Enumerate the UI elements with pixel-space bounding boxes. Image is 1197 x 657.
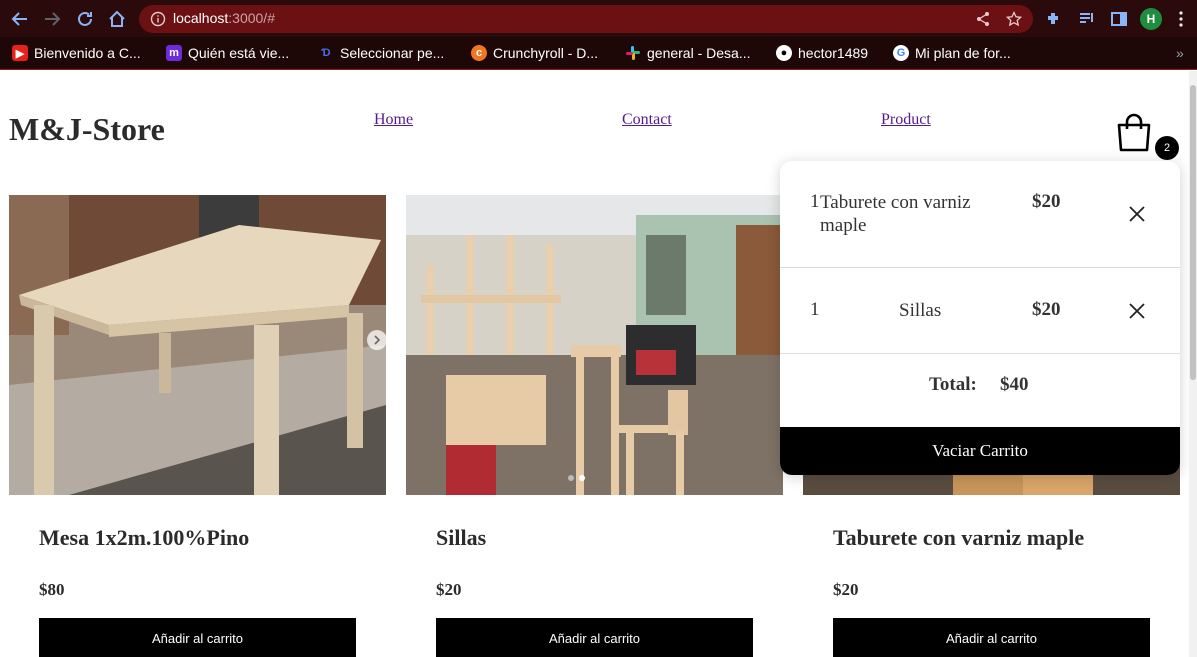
- bookmark-item[interactable]: G Mi plan de for...: [893, 44, 1011, 62]
- product-title: Sillas: [436, 525, 487, 550]
- add-to-cart-button[interactable]: Añadir al carrito: [436, 618, 753, 657]
- cart-item-qty: 1: [810, 191, 820, 212]
- browser-toolbar: localhost:3000/# H: [0, 0, 1197, 37]
- cart-total-label: Total:: [929, 374, 977, 395]
- cart-count-badge: 2: [1155, 136, 1179, 160]
- product-price: $20: [436, 580, 462, 599]
- cart-item-name: Sillas: [899, 300, 942, 321]
- home-icon[interactable]: [107, 9, 127, 29]
- side-panel-icon[interactable]: [1110, 10, 1128, 28]
- crunchyroll-icon: c: [471, 45, 487, 61]
- chairs-workshop-photo[interactable]: [406, 195, 783, 495]
- url-text: localhost:3000/#: [173, 10, 275, 26]
- disney-icon: Ɗ: [321, 47, 331, 59]
- back-icon[interactable]: [10, 9, 30, 29]
- opera-icon: ▶: [12, 45, 28, 61]
- share-icon[interactable]: [975, 11, 991, 27]
- nav-home[interactable]: Home: [374, 111, 413, 129]
- cart-item-name: Taburete con varniz maple: [820, 192, 971, 236]
- add-to-cart-button[interactable]: Añadir al carrito: [833, 618, 1150, 657]
- info-icon[interactable]: [150, 11, 166, 27]
- bookmark-item[interactable]: Ɗ Seleccionar pe...: [318, 44, 444, 62]
- cart-item-price: $20: [1032, 191, 1061, 212]
- wooden-table-photo[interactable]: [9, 195, 386, 495]
- carousel-next-icon[interactable]: [367, 330, 387, 350]
- product-card: Sillas $20 Añadir al carrito: [406, 195, 783, 657]
- reload-icon[interactable]: [75, 9, 95, 29]
- carousel-dot[interactable]: [568, 475, 574, 481]
- profile-avatar[interactable]: H: [1140, 8, 1162, 30]
- google-icon: G: [893, 45, 909, 61]
- forward-icon[interactable]: [42, 9, 62, 29]
- bookmarks-bar: ▶ Bienvenido a C... m Quién está vie... …: [0, 37, 1197, 70]
- cart-item-price: $20: [1032, 299, 1061, 320]
- bookmark-item[interactable]: ▶ Bienvenido a C...: [12, 44, 141, 62]
- nav-product[interactable]: Product: [881, 111, 931, 129]
- m-app-icon: m: [166, 45, 182, 61]
- cart-item-qty: 1: [810, 299, 820, 320]
- carousel-dots: [568, 475, 585, 481]
- github-icon: ●: [776, 45, 792, 61]
- cart-item: 1 Sillas $20: [780, 268, 1180, 354]
- bookmark-item[interactable]: m Quién está vie...: [166, 44, 289, 62]
- bookmark-item[interactable]: c Crunchyroll - D...: [471, 44, 598, 62]
- scrollbar-thumb[interactable]: [1190, 85, 1196, 380]
- bookmark-item[interactable]: general - Desa...: [625, 44, 751, 62]
- cart-dropdown: 1 Taburete con varniz maple $20 1 Sillas…: [780, 161, 1180, 475]
- nav-contact[interactable]: Contact: [622, 111, 672, 129]
- site-logo[interactable]: M&J-Store: [9, 111, 165, 148]
- empty-cart-button[interactable]: Vaciar Carrito: [780, 427, 1180, 475]
- product-title: Mesa 1x2m.100%Pino: [39, 525, 250, 550]
- bookmark-item[interactable]: ● hector1489: [776, 44, 868, 62]
- product-card: Mesa 1x2m.100%Pino $80 Añadir al carrito: [9, 195, 387, 657]
- carousel-dot[interactable]: [579, 475, 585, 481]
- address-bar[interactable]: localhost:3000/#: [139, 5, 1033, 33]
- add-to-cart-button[interactable]: Añadir al carrito: [39, 618, 356, 657]
- cart-item: 1 Taburete con varniz maple $20: [780, 161, 1180, 268]
- cart-total-value: $40: [1000, 374, 1029, 395]
- product-price: $80: [39, 580, 65, 599]
- close-icon[interactable]: [1128, 302, 1146, 320]
- shopping-bag-icon[interactable]: [1114, 111, 1154, 153]
- media-control-icon[interactable]: [1078, 10, 1096, 28]
- menu-kebab-icon[interactable]: [1172, 10, 1190, 28]
- product-title: Taburete con varniz maple: [833, 525, 1085, 550]
- extensions-icon[interactable]: [1045, 10, 1063, 28]
- product-price: $20: [833, 580, 859, 599]
- close-icon[interactable]: [1128, 205, 1146, 223]
- page-scrollbar[interactable]: [1189, 71, 1197, 657]
- more-bookmarks-icon[interactable]: »: [1176, 45, 1184, 61]
- slack-icon: [625, 45, 641, 61]
- bookmark-star-icon[interactable]: [1006, 11, 1022, 27]
- store-page: M&J-Store Home Contact Product 2 Mesa 1x…: [0, 71, 1189, 657]
